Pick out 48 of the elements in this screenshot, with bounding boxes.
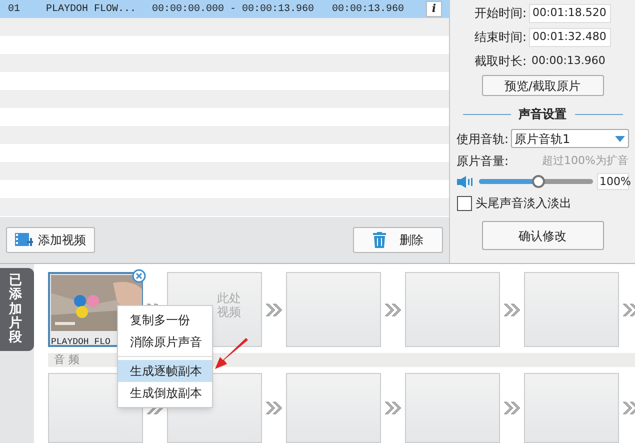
track-label: 使用音轨:: [456, 130, 509, 148]
film-add-icon: [15, 232, 33, 248]
clip-duration: 00:00:13.960: [332, 2, 406, 16]
track-dropdown[interactable]: 原片音轨1: [510, 129, 628, 148]
empty-slot[interactable]: [405, 272, 500, 347]
drop-hint: 此处: [217, 291, 241, 305]
chevron-icon: [503, 302, 521, 316]
fade-label: 头尾声音淡入淡出: [476, 195, 572, 212]
menu-item[interactable]: 生成倒放副本: [118, 382, 212, 404]
volume-label: 原片音量:: [456, 153, 509, 170]
info-button[interactable]: i: [426, 1, 442, 17]
dropdown-arrow-icon: [614, 136, 624, 142]
delete-button[interactable]: 删除: [353, 227, 443, 253]
chevron-icon: [265, 302, 283, 316]
chevron-icon: [265, 401, 283, 415]
clips-tab[interactable]: 已添加片段: [0, 268, 34, 352]
audio-label: 音 频: [54, 352, 80, 368]
speaker-icon: [456, 176, 474, 188]
pointer-arrow: [214, 338, 250, 372]
menu-item[interactable]: 生成逐帧副本: [118, 360, 212, 382]
volume-value-field[interactable]: 100%: [596, 173, 628, 190]
chevron-icon: [384, 401, 402, 415]
trash-icon: [372, 232, 386, 248]
confirm-button[interactable]: 确认修改: [482, 221, 604, 250]
chevron-icon: [503, 401, 521, 415]
chevron-icon: [622, 302, 635, 316]
chevron-icon: [622, 401, 635, 415]
sound-settings-heading: 声音设置: [518, 106, 566, 123]
clip-range: 00:00:00.000 - 00:00:13.960: [152, 2, 316, 16]
start-time-field[interactable]: 00:01:18.520: [528, 4, 611, 22]
start-time-label: 开始时间:: [474, 5, 527, 22]
close-icon[interactable]: [132, 269, 146, 283]
clip-name: PLAYDOH FLOW...: [46, 2, 138, 16]
preview-button[interactable]: 预览/截取原片: [482, 75, 604, 96]
clip-title: PLAYDOH FLO: [51, 336, 110, 349]
chevron-icon: [384, 302, 402, 316]
empty-slot[interactable]: [286, 272, 381, 347]
length-value: 00:00:13.960: [530, 52, 606, 69]
end-time-field[interactable]: 00:01:32.480: [528, 28, 611, 46]
add-video-button[interactable]: 添加视频: [6, 227, 95, 253]
fade-checkbox[interactable]: [456, 196, 472, 210]
row-index: 01: [7, 2, 22, 16]
end-time-label: 结束时间:: [474, 29, 527, 46]
volume-hint: 超过100%为扩音: [542, 152, 628, 169]
clip-row[interactable]: 01 PLAYDOH FLOW... 00:00:00.000 - 00:00:13.960 00:00:13.960 i: [0, 0, 449, 18]
empty-slot[interactable]: [524, 272, 619, 347]
length-label: 截取时长:: [474, 53, 527, 70]
drop-hint: 视频: [217, 305, 241, 319]
